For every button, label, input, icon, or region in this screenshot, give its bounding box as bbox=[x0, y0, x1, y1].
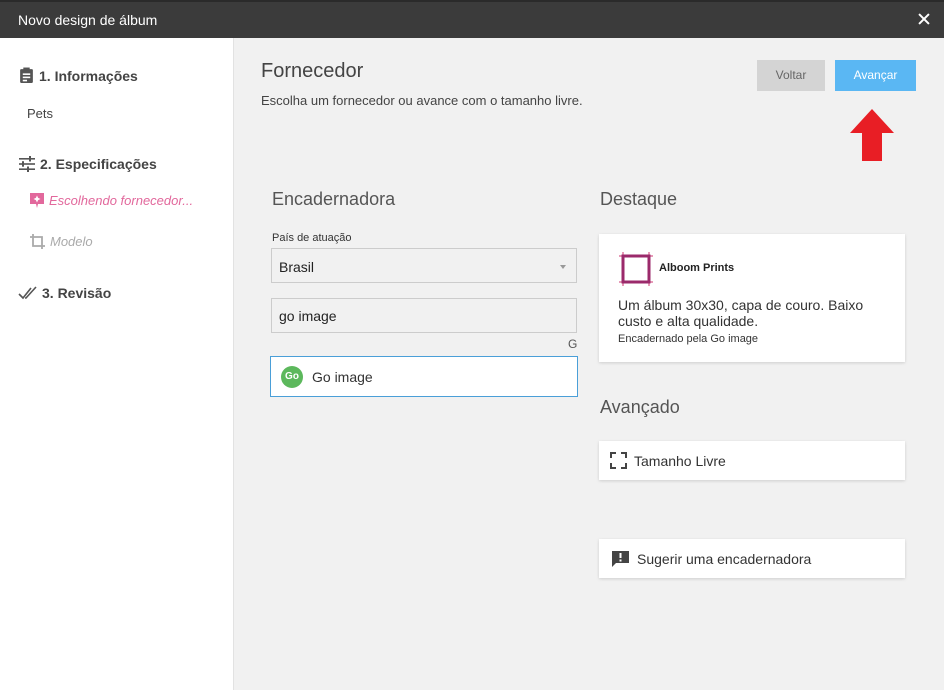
chevron-down-icon bbox=[560, 265, 566, 269]
step-informacoes-label: 1. Informações bbox=[39, 67, 138, 84]
clipboard-icon bbox=[20, 67, 33, 83]
page-subtitle: Escolha um fornecedor ou avance com o ta… bbox=[261, 93, 583, 108]
crop-icon bbox=[30, 234, 45, 249]
main-panel: Fornecedor Escolha um fornecedor ou avan… bbox=[234, 38, 944, 690]
step-revisao-label: 3. Revisão bbox=[42, 285, 112, 301]
red-arrow-annotation bbox=[850, 109, 894, 161]
search-hint: G bbox=[568, 337, 578, 351]
binder-result-label: Go image bbox=[312, 368, 373, 385]
binder-section-title: Encadernadora bbox=[272, 189, 396, 209]
country-label: País de atuação bbox=[272, 232, 352, 244]
close-icon[interactable] bbox=[916, 11, 932, 27]
go-image-logo-icon: Go bbox=[281, 365, 303, 388]
sub-modelo-label: Modelo bbox=[50, 234, 93, 249]
suggest-binder-label: Sugerir uma encadernadora bbox=[637, 550, 812, 567]
binder-result-option[interactable]: Go Go image bbox=[270, 356, 578, 397]
sliders-icon bbox=[19, 156, 35, 172]
step-especificacoes[interactable]: 2. Especificações bbox=[18, 156, 157, 172]
window-title: Novo design de álbum bbox=[18, 12, 158, 28]
featured-section-title: Destaque bbox=[600, 189, 678, 209]
step-revisao[interactable]: 3. Revisão bbox=[18, 285, 111, 301]
free-size-option[interactable]: Tamanho Livre bbox=[599, 441, 905, 480]
featured-binder: Encadernado pela Go image bbox=[618, 333, 759, 345]
suggest-binder-option[interactable]: Sugerir uma encadernadora bbox=[599, 539, 905, 578]
back-button[interactable]: Voltar bbox=[757, 60, 825, 91]
free-size-label: Tamanho Livre bbox=[634, 452, 726, 469]
next-button[interactable]: Avançar bbox=[835, 60, 916, 91]
advanced-section-title: Avançado bbox=[600, 397, 680, 417]
feedback-icon bbox=[612, 550, 629, 567]
sub-escolhendo-fornecedor-label: Escolhendo fornecedor... bbox=[49, 193, 194, 208]
sub-modelo: Modelo bbox=[29, 233, 93, 250]
country-select[interactable]: Brasil bbox=[271, 248, 577, 283]
sub-escolhendo-fornecedor[interactable]: Escolhendo fornecedor... bbox=[29, 192, 193, 209]
double-check-icon bbox=[18, 286, 37, 300]
featured-name: Alboom Prints bbox=[659, 262, 735, 274]
featured-description: Um álbum 30x30, capa de couro. Baixo cus… bbox=[618, 297, 864, 329]
step-informacoes-value: Pets bbox=[27, 106, 54, 121]
alboom-prints-logo-icon bbox=[619, 252, 653, 286]
binder-search-input[interactable] bbox=[271, 298, 577, 333]
expand-corners-icon bbox=[610, 452, 627, 469]
sidebar: 1. Informações Pets 2. Especificações Es… bbox=[0, 38, 234, 690]
title-bar: Novo design de álbum bbox=[0, 0, 944, 38]
page-title: Fornecedor bbox=[261, 60, 364, 82]
sparkle-icon bbox=[30, 193, 44, 208]
step-especificacoes-label: 2. Especificações bbox=[40, 156, 157, 172]
country-select-value: Brasil bbox=[279, 259, 315, 275]
featured-card[interactable]: Alboom Prints Um álbum 30x30, capa de co… bbox=[599, 234, 905, 362]
step-informacoes[interactable]: 1. Informações bbox=[18, 67, 138, 84]
